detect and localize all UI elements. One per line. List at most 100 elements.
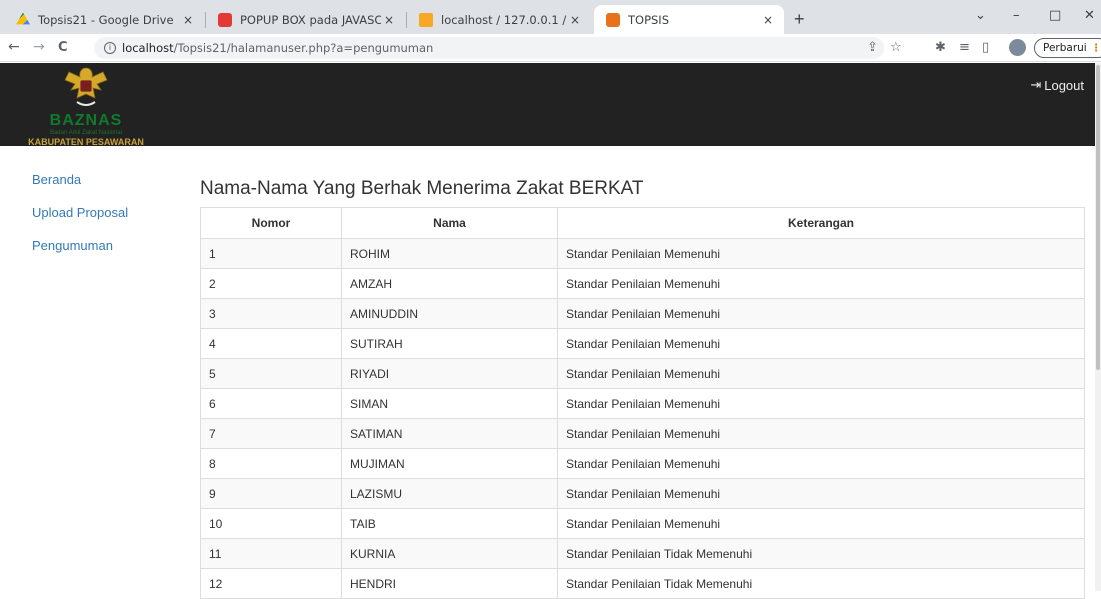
cell-nomor: 5 [200, 358, 342, 389]
logo-region: KABUPATEN PESAWARAN [28, 137, 144, 147]
table-row: 11 KURNIA Standar Penilaian Tidak Memenuhi [200, 538, 1085, 569]
cell-keterangan: Standar Penilaian Tidak Memenuhi [557, 538, 1085, 569]
url-host: localhost [122, 41, 174, 55]
table-row: 9 LAZISMU Standar Penilaian Memenuhi [200, 478, 1085, 509]
cell-nama: AMINUDDIN [341, 298, 558, 329]
cell-keterangan: Standar Penilaian Tidak Memenuhi [557, 568, 1085, 599]
cell-nama: KURNIA [341, 538, 558, 569]
update-button[interactable]: Perbarui ⋮ [1034, 38, 1101, 58]
table-row: 7 SATIMAN Standar Penilaian Memenuhi [200, 418, 1085, 449]
tab-google-drive[interactable]: Topsis21 - Google Drive × [4, 5, 204, 34]
cell-keterangan: Standar Penilaian Memenuhi [557, 508, 1085, 539]
close-icon[interactable]: × [760, 13, 776, 27]
page-scrollbar-thumb[interactable] [1096, 65, 1100, 370]
cell-keterangan: Standar Penilaian Memenuhi [557, 478, 1085, 509]
address-bar[interactable]: i localhost/Topsis21/halamanuser.php?a=p… [94, 37, 884, 59]
cell-keterangan: Standar Penilaian Memenuhi [557, 448, 1085, 479]
close-icon[interactable]: × [180, 13, 196, 27]
star-icon[interactable]: ☆ [890, 40, 902, 55]
minimize-icon[interactable]: – [1013, 8, 1020, 23]
cell-nomor: 6 [200, 388, 342, 419]
cell-nomor: 7 [200, 418, 342, 449]
cell-nomor: 10 [200, 508, 342, 539]
tab-topsis[interactable]: TOPSIS × [594, 5, 784, 34]
cell-keterangan: Standar Penilaian Memenuhi [557, 388, 1085, 419]
cell-nama: HENDRI [341, 568, 558, 599]
maximize-icon[interactable]: □ [1049, 8, 1061, 23]
cell-nama: LAZISMU [341, 478, 558, 509]
table-header-row: Nomor Nama Keterangan [200, 207, 1085, 239]
tab-title: localhost / 127.0.0.1 / baznas_pe [441, 12, 567, 27]
table-row: 6 SIMAN Standar Penilaian Memenuhi [200, 388, 1085, 419]
column-header-nama: Nama [341, 207, 558, 239]
cell-nama: ROHIM [341, 238, 558, 269]
cell-nama: SIMAN [341, 388, 558, 419]
cell-keterangan: Standar Penilaian Memenuhi [557, 328, 1085, 359]
cell-nama: SATIMAN [341, 418, 558, 449]
site-info-icon[interactable]: i [104, 42, 116, 54]
close-icon[interactable]: × [381, 13, 397, 27]
table-row: 4 SUTIRAH Standar Penilaian Memenuhi [200, 328, 1085, 359]
forward-icon[interactable]: → [33, 39, 45, 55]
cell-nama: RIYADI [341, 358, 558, 389]
new-tab-button[interactable]: + [794, 9, 805, 30]
site-header: BAZNAS Badan Amil Zakat Nasional KABUPAT… [0, 63, 1095, 147]
announcement-table: Nomor Nama Keterangan 1 ROHIM Standar Peni… [200, 207, 1085, 599]
logo-text: BAZNAS [49, 112, 123, 129]
cell-nomor: 1 [200, 238, 342, 269]
phpmyadmin-icon [419, 12, 433, 27]
table-row: 3 AMINUDDIN Standar Penilaian Memenuhi [200, 298, 1085, 329]
logout-label: Logout [1044, 77, 1084, 93]
xampp-icon [606, 12, 620, 27]
tab-phpmyadmin[interactable]: localhost / 127.0.0.1 / baznas_pe × [407, 5, 591, 34]
cell-keterangan: Standar Penilaian Memenuhi [557, 358, 1085, 389]
table-body: 1 ROHIM Standar Penilaian Memenuhi 2 AMZAH St… [200, 238, 1085, 599]
table-row: 8 MUJIMAN Standar Penilaian Memenuhi [200, 448, 1085, 479]
tab-search-icon[interactable]: ⌄ [975, 8, 986, 23]
table-row: 1 ROHIM Standar Penilaian Memenuhi [200, 238, 1085, 269]
tab-popup-box[interactable]: POPUP BOX pada JAVASCRIPT - × [206, 5, 405, 34]
garuda-emblem-icon [64, 67, 108, 106]
google-drive-icon [16, 12, 30, 25]
update-label: Perbarui [1043, 42, 1087, 54]
sidepanel-icon[interactable]: ▯ [982, 40, 989, 55]
column-header-nomor: Nomor [200, 207, 342, 239]
logout-link[interactable]: ⇥ Logout [1030, 77, 1084, 93]
page-title: Nama-Nama Yang Berhak Menerima Zakat BER… [200, 178, 644, 199]
cell-nama: MUJIMAN [341, 448, 558, 479]
share-icon[interactable]: ⇪ [867, 40, 878, 55]
cell-keterangan: Standar Penilaian Memenuhi [557, 298, 1085, 329]
sign-out-icon: ⇥ [1030, 77, 1042, 92]
profile-avatar[interactable] [1009, 39, 1026, 56]
extensions-icon[interactable]: ✱ [935, 40, 946, 55]
youtube-icon [218, 12, 232, 27]
column-header-keterangan: Keterangan [557, 207, 1085, 239]
cell-keterangan: Standar Penilaian Memenuhi [557, 418, 1085, 449]
table-row: 12 HENDRI Standar Penilaian Tidak Memenuhi [200, 568, 1085, 599]
cell-nomor: 2 [200, 268, 342, 299]
sidebar-item-upload-proposal[interactable]: Upload Proposal [32, 205, 128, 220]
baznas-logo[interactable]: BAZNAS Badan Amil Zakat Nasional KABUPAT… [0, 63, 160, 147]
reload-icon[interactable]: C [58, 40, 68, 55]
cell-nomor: 12 [200, 568, 342, 599]
browser-tabstrip: Topsis21 - Google Drive × POPUP BOX pada… [0, 0, 1101, 34]
cell-nomor: 3 [200, 298, 342, 329]
cell-nama: AMZAH [341, 268, 558, 299]
sidebar-item-beranda[interactable]: Beranda [32, 172, 81, 187]
window-close-icon[interactable]: ✕ [1084, 8, 1095, 23]
more-icon[interactable]: ⋮ [1091, 42, 1101, 54]
url-path: /Topsis21/halamanuser.php?a=pengumuman [173, 41, 434, 55]
cell-nomor: 9 [200, 478, 342, 509]
reading-list-icon[interactable]: ≡ [959, 40, 970, 55]
back-icon[interactable]: ← [8, 39, 20, 55]
tab-title: POPUP BOX pada JAVASCRIPT - [240, 12, 381, 27]
tab-title: Topsis21 - Google Drive [38, 12, 174, 27]
sidebar-item-pengumuman[interactable]: Pengumuman [32, 238, 113, 253]
table-row: 5 RIYADI Standar Penilaian Memenuhi [200, 358, 1085, 389]
cell-keterangan: Standar Penilaian Memenuhi [557, 238, 1085, 269]
close-icon[interactable]: × [567, 13, 583, 27]
logo-tagline: Badan Amil Zakat Nasional [49, 130, 123, 136]
tab-title: TOPSIS [628, 12, 670, 27]
cell-keterangan: Standar Penilaian Memenuhi [557, 268, 1085, 299]
cell-nomor: 4 [200, 328, 342, 359]
